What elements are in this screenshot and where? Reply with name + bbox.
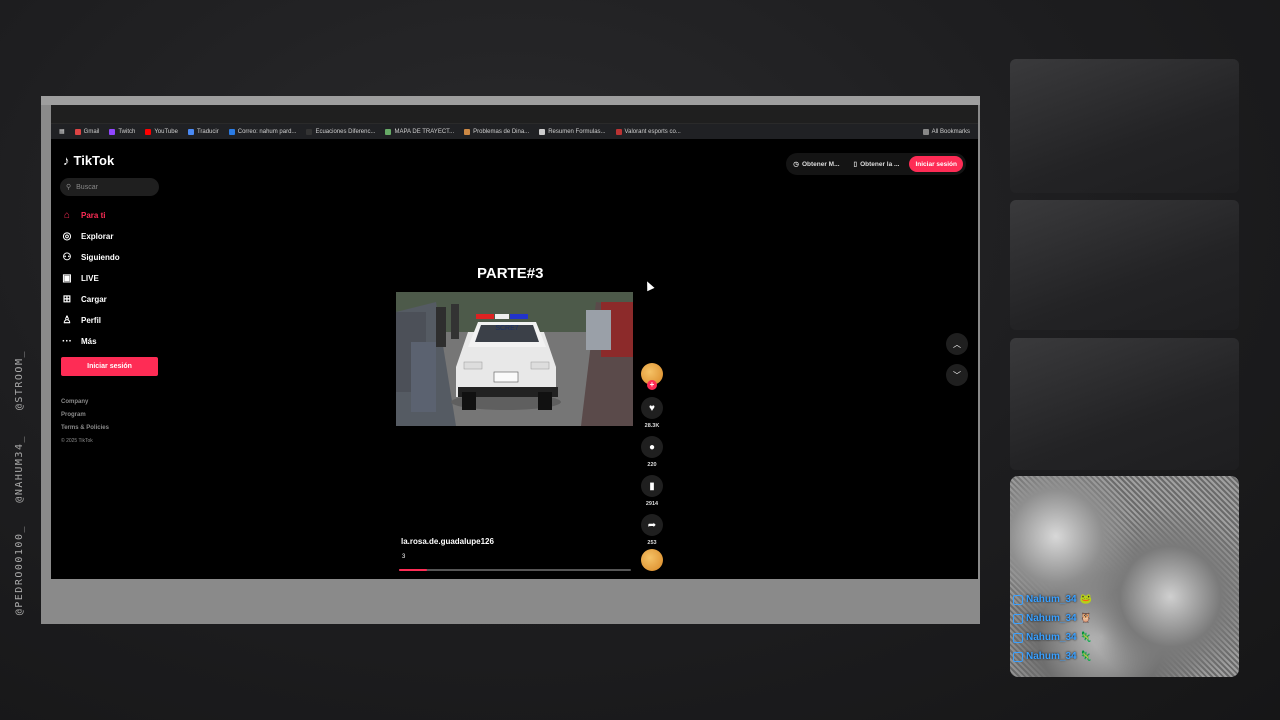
chat-badge-icon [1013, 594, 1023, 605]
chat-badge-icon [1013, 632, 1023, 643]
sidebar-item-live[interactable]: ▣ LIVE [61, 268, 120, 289]
video-description: 3 [402, 554, 406, 560]
search-icon: ⚲ [66, 184, 72, 191]
tab-strip [51, 105, 978, 124]
coin-icon: ◷ [793, 161, 799, 168]
bookmark-mapa[interactable]: MAPA DE TRAYECT... [385, 128, 454, 135]
footer-terms[interactable]: Terms & Policies [61, 422, 109, 435]
tiktok-note-icon: ♪ [63, 153, 70, 168]
overlay-panel-3 [1010, 338, 1239, 470]
footer-company[interactable]: Company [61, 396, 109, 409]
music-disc-avatar[interactable] [641, 549, 663, 571]
share-button[interactable]: ➦ [641, 514, 663, 536]
phone-icon: ▯ [853, 161, 858, 168]
chat-overlay: Nahum_34 🐸 Nahum_34 🦉 Nahum_34 🦎 Nahum_3… [1013, 590, 1092, 666]
top-actions: ◷ Obtener M... ▯ Obtener la ... Iniciar … [786, 153, 966, 175]
chat-badge-icon [1013, 651, 1023, 662]
live-icon: ▣ [62, 273, 72, 284]
video-frame: SCRE7 [396, 292, 633, 426]
browser-window: ▦ Gmail Twitch YouTube Traducir Correo: … [51, 105, 978, 579]
creator-avatar[interactable]: + [641, 363, 663, 390]
footer-copyright: © 2025 TikTok [61, 438, 93, 444]
chat-message: Nahum_34 🦎 [1013, 628, 1092, 647]
capture-frame-top [41, 96, 980, 105]
share-count: 253 [647, 540, 657, 546]
share-icon: ➦ [647, 519, 657, 531]
video-title: PARTE#3 [477, 265, 544, 282]
chevron-down-icon: ﹀ [953, 370, 961, 380]
bookmark-youtube[interactable]: YouTube [145, 128, 178, 135]
chat-message: Nahum_34 🦉 [1013, 609, 1092, 628]
previous-video-button[interactable]: ︿ [946, 333, 968, 355]
save-button[interactable]: ▮ [641, 475, 663, 497]
handle-nahum: @NAHUM34_ [14, 435, 25, 503]
tiktok-logo[interactable]: ♪ TikTok [63, 153, 114, 168]
chat-message: Nahum_34 🐸 [1013, 590, 1092, 609]
handle-pedro: @PEDRO00100_ [14, 525, 25, 616]
chat-badge-icon [1013, 613, 1023, 624]
overlay-panel-2 [1010, 200, 1239, 330]
bookmark-ecuaciones[interactable]: Ecuaciones Diferenc... [306, 128, 375, 135]
following-icon: ⚇ [62, 252, 72, 263]
bookmarks-bar: ▦ Gmail Twitch YouTube Traducir Correo: … [51, 124, 978, 139]
bookmark-gmail[interactable]: Gmail [74, 128, 99, 135]
login-button[interactable]: Iniciar sesión [909, 156, 963, 172]
video-progress-fill [399, 569, 427, 571]
heart-icon: ♥ [649, 402, 655, 414]
comment-count: 220 [647, 462, 657, 468]
footer-program[interactable]: Program [61, 409, 109, 422]
bookmark-problemas[interactable]: Problemas de Dina... [464, 128, 529, 135]
bookmark-correo[interactable]: Correo: nahum pard... [228, 128, 296, 135]
mouse-cursor [643, 279, 655, 292]
video-username[interactable]: la.rosa.de.guadalupe126 [401, 537, 494, 546]
next-video-button[interactable]: ﹀ [946, 364, 968, 386]
video-player[interactable]: SCRE7 [396, 292, 633, 426]
save-count: 2914 [645, 501, 659, 507]
chat-message: Nahum_34 🦎 [1013, 647, 1092, 666]
like-button[interactable]: ♥ [641, 397, 663, 419]
tiktok-app: ♪ TikTok ⚲ Buscar ⌂ Para ti ◎ Explorar ⚇ [51, 139, 978, 579]
video-actions: + ♥ 28.3K ● 220 ▮ 2914 ➦ 253 [641, 363, 663, 553]
sidebar-item-para-ti[interactable]: ⌂ Para ti [61, 205, 120, 226]
sidebar-footer: Company Program Terms & Policies © 2025 … [61, 396, 109, 448]
stream-scene: @STROOM_ @NAHUM34_ @PEDRO00100_ ▦ Gmail … [0, 0, 1280, 720]
bookmark-twitch[interactable]: Twitch [109, 128, 135, 135]
video-plate-text: SCRE7 [495, 325, 518, 332]
all-bookmarks[interactable]: All Bookmarks [922, 128, 978, 135]
video-progress-bar[interactable] [399, 569, 631, 571]
bookmark-resumen[interactable]: Resumen Formulas... [539, 128, 606, 135]
get-coins-button[interactable]: ◷ Obtener M... [789, 160, 843, 169]
sidebar-nav: ⌂ Para ti ◎ Explorar ⚇ Siguiendo ▣ LIVE … [61, 205, 120, 352]
chevron-up-icon: ︿ [953, 339, 961, 349]
search-input[interactable]: ⚲ Buscar [60, 178, 159, 196]
handle-stroom: @STROOM_ [14, 350, 25, 411]
upload-icon: ⊞ [62, 294, 72, 305]
bookmark-traducir[interactable]: Traducir [187, 128, 219, 135]
sidebar-item-perfil[interactable]: ♙ Perfil [61, 310, 120, 331]
overlay-panel-1 [1010, 59, 1239, 193]
sidebar-item-explorar[interactable]: ◎ Explorar [61, 226, 120, 247]
compass-icon: ◎ [62, 231, 72, 242]
comment-button[interactable]: ● [641, 436, 663, 458]
search-placeholder: Buscar [76, 183, 98, 191]
more-icon: ··· [62, 336, 72, 347]
sidebar-item-siguiendo[interactable]: ⚇ Siguiendo [61, 247, 120, 268]
home-icon: ⌂ [63, 210, 71, 221]
sidebar-item-cargar[interactable]: ⊞ Cargar [61, 289, 120, 310]
like-count: 28.3K [644, 423, 660, 429]
comment-icon: ● [648, 441, 656, 453]
bookmark-icon: ▮ [649, 480, 655, 492]
follow-plus-icon[interactable]: + [647, 380, 657, 390]
bookmark-valorant[interactable]: Valorant esports co... [615, 128, 681, 135]
sidebar-login-button[interactable]: Iniciar sesión [61, 357, 158, 376]
profile-icon: ♙ [62, 315, 72, 326]
get-app-button[interactable]: ▯ Obtener la ... [850, 160, 904, 169]
apps-icon[interactable]: ▦ [59, 128, 65, 135]
sidebar-item-mas[interactable]: ··· Más [61, 331, 120, 352]
